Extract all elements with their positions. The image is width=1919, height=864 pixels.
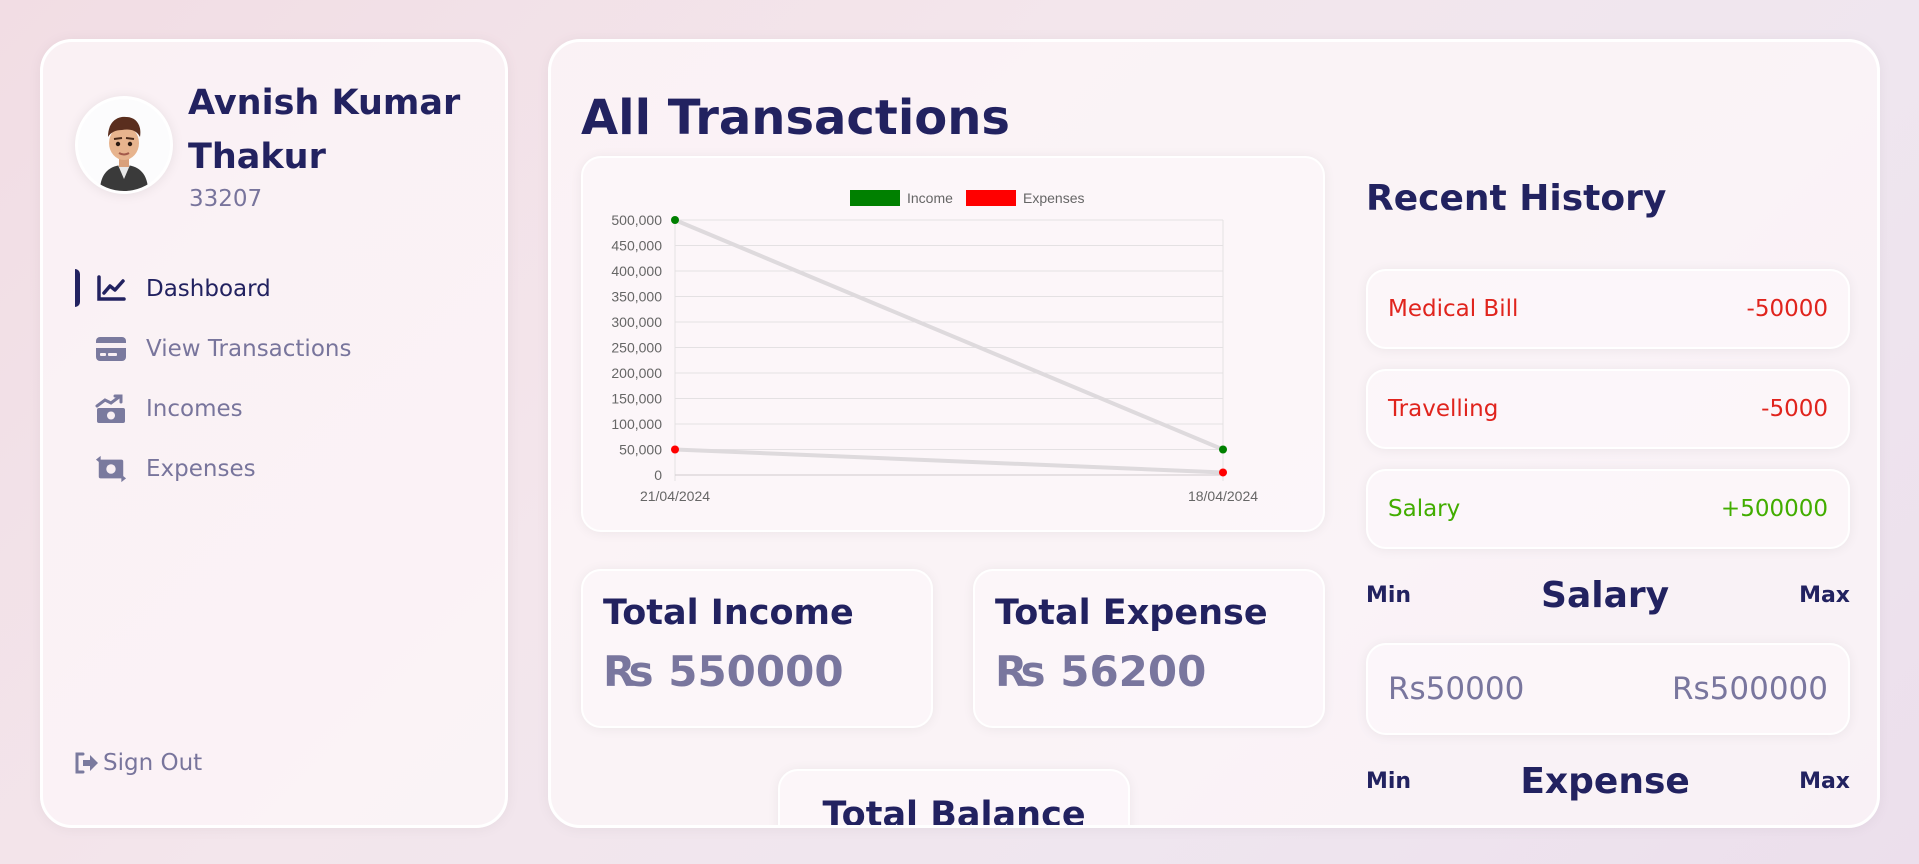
avatar (75, 96, 173, 194)
y-tick-label: 350,000 (611, 289, 662, 305)
sign-out-label: Sign Out (103, 750, 203, 776)
y-tick-label: 250,000 (611, 340, 662, 356)
data-point (671, 216, 679, 224)
salary-max-label: Max (1799, 583, 1850, 608)
total-expense-card: Total Expense ₨ 56200 (973, 569, 1325, 728)
history-item-amount: -5000 (1761, 396, 1828, 422)
total-balance-card: Total Balance (778, 769, 1130, 828)
y-tick-label: 300,000 (611, 314, 662, 330)
chart-line-icon (95, 273, 127, 305)
total-expense-amount: 56200 (1060, 647, 1207, 696)
total-income-amount: 550000 (668, 647, 844, 696)
history-item-travelling: Travelling -5000 (1366, 369, 1850, 449)
y-tick-label: 150,000 (611, 391, 662, 407)
nav-item-label: Dashboard (146, 276, 271, 302)
history-item-amount: -50000 (1746, 296, 1828, 322)
total-expense-value: ₨ 56200 (995, 647, 1206, 696)
user-avatar-icon (78, 99, 170, 191)
expense-range-title: Expense (1520, 761, 1690, 802)
series-line (674, 218, 1224, 452)
user-id: 33207 (189, 186, 263, 212)
y-tick-label: 200,000 (611, 365, 662, 381)
expense-max-label: Max (1799, 769, 1850, 794)
nav-item-expenses[interactable]: Expenses (75, 439, 475, 499)
user-name: Avnish Kumar Thakur (188, 83, 461, 177)
y-tick-label: 450,000 (611, 238, 662, 254)
data-point (671, 445, 679, 454)
nav-item-label: View Transactions (146, 336, 352, 362)
legend-swatch (966, 190, 1016, 206)
history-item-amount: +500000 (1720, 496, 1828, 522)
history-item-label: Salary (1388, 496, 1461, 522)
total-balance-title: Total Balance (822, 795, 1086, 828)
credit-card-icon (95, 333, 127, 365)
total-income-title: Total Income (603, 593, 854, 633)
nav-item-label: Incomes (146, 396, 243, 422)
data-point (1219, 468, 1227, 477)
sign-out-icon (73, 750, 99, 776)
transactions-chart-card: 500,000 450,000 400,000 350,000 300,000 250,0… (581, 156, 1325, 532)
nav-item-view-transactions[interactable]: View Transactions (75, 319, 475, 379)
salary-range-box: Rs50000 Rs500000 (1366, 643, 1850, 735)
legend-swatch (850, 190, 900, 206)
data-point (1219, 445, 1227, 454)
money-bill-transfer-icon (95, 453, 127, 485)
currency-symbol: ₨ (603, 647, 654, 696)
sidebar: Avnish Kumar Thakur 33207 Dashboard View… (40, 39, 508, 828)
y-tick-label: 500,000 (611, 212, 662, 228)
history-item-label: Travelling (1388, 396, 1499, 422)
y-tick-label: 0 (654, 467, 662, 483)
expense-min-label: Min (1366, 769, 1412, 794)
y-tick-label: 50,000 (619, 442, 662, 458)
salary-range-header: Min Salary Max (1366, 575, 1850, 616)
sign-out-button[interactable]: Sign Out (73, 750, 202, 776)
nav-menu: Dashboard View Transactions Incomes Expe… (75, 259, 475, 499)
nav-item-label: Expenses (146, 456, 256, 482)
salary-range-title: Salary (1541, 575, 1670, 616)
salary-min-label: Min (1366, 583, 1412, 608)
legend-label: Expenses (1023, 190, 1084, 206)
nav-item-dashboard[interactable]: Dashboard (75, 259, 475, 319)
main-panel: All Transactions 500,000 450,000 400,000 35… (548, 39, 1880, 828)
total-income-card: Total Income ₨ 550000 (581, 569, 933, 728)
legend-label: Income (907, 190, 953, 206)
x-tick-label: 21/04/2024 (640, 488, 710, 504)
history-item-label: Medical Bill (1388, 296, 1519, 322)
history-item-salary: Salary +500000 (1366, 469, 1850, 549)
currency-symbol: ₨ (995, 647, 1046, 696)
salary-min-value: Rs50000 (1388, 671, 1525, 707)
series-line (674, 447, 1224, 475)
nav-item-incomes[interactable]: Incomes (75, 379, 475, 439)
salary-max-value: Rs500000 (1671, 671, 1828, 707)
x-tick-label: 18/04/2024 (1188, 488, 1258, 504)
recent-history-title: Recent History (1366, 178, 1667, 219)
y-tick-label: 400,000 (611, 263, 662, 279)
total-expense-title: Total Expense (995, 593, 1268, 633)
expense-range-header: Min Expense Max (1366, 761, 1850, 802)
transactions-chart: 500,000 450,000 400,000 350,000 300,000 250,0… (611, 190, 1258, 504)
history-item-medical-bill: Medical Bill -50000 (1366, 269, 1850, 349)
y-tick-label: 100,000 (611, 416, 662, 432)
money-bill-trend-up-icon (95, 393, 127, 425)
page-title: All Transactions (581, 90, 1010, 146)
total-income-value: ₨ 550000 (603, 647, 844, 696)
